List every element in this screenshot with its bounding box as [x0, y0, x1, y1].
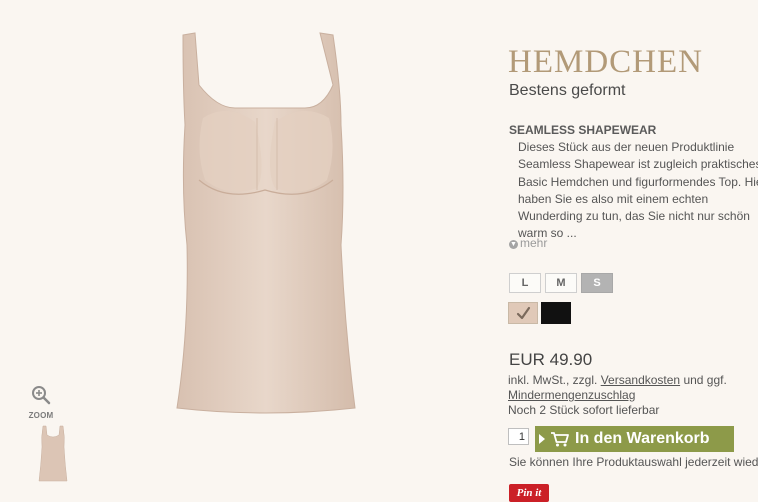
size-option-s[interactable]: S [581, 273, 613, 293]
price-info: inkl. MwSt., zzgl. Versandkosten und ggf… [508, 373, 727, 418]
zoom-in-icon [31, 386, 51, 409]
product-image[interactable] [165, 30, 370, 415]
product-thumbnail[interactable] [38, 425, 68, 482]
description-line: warm so ... [518, 226, 577, 241]
cart-note: Sie können Ihre Produktauswahl jederzeit… [509, 455, 758, 469]
tank-top-image [176, 32, 356, 414]
color-swatch-nude[interactable] [508, 302, 538, 324]
product-description: Dieses Stück aus der neuen Produktlinie … [518, 139, 758, 243]
more-label: mehr [520, 236, 548, 250]
add-to-cart-button[interactable]: In den Warenkorb [535, 426, 734, 452]
zoom-button[interactable]: ZOOM [27, 385, 55, 420]
product-title: HEMDCHEN [508, 44, 703, 80]
cart-icon [551, 432, 569, 447]
more-link[interactable]: ▼ mehr [509, 236, 547, 250]
tax-note: inkl. MwSt., zzgl. [508, 373, 598, 387]
product-subtitle: Bestens geformt [509, 82, 626, 99]
description-line: haben Sie es also mit einem echten [518, 191, 709, 206]
arrow-right-icon [539, 434, 545, 444]
thumbnail-image [38, 425, 68, 482]
size-option-m[interactable]: M [545, 273, 577, 293]
color-selector [508, 302, 571, 324]
checkmark-icon [516, 306, 531, 320]
size-selector: L M S [509, 273, 613, 293]
minimum-quantity-surcharge-link[interactable]: Mindermengenzuschlag [508, 388, 635, 402]
shipping-costs-link[interactable]: Versandkosten [601, 373, 680, 387]
description-line: Dieses Stück aus der neuen Produktlinie [518, 140, 735, 154]
size-option-l[interactable]: L [509, 273, 541, 293]
chevron-down-icon: ▼ [509, 240, 518, 249]
add-to-cart-label: In den Warenkorb [575, 430, 710, 447]
product-price: EUR 49.90 [509, 350, 593, 369]
availability-text: Noch 2 Stück sofort lieferbar [508, 403, 660, 417]
tax-note-suffix: und ggf. [683, 373, 727, 387]
description-line: Basic Hemdchen und figurformendes Top. H… [518, 174, 758, 189]
color-swatch-black[interactable] [541, 302, 571, 324]
quantity-input[interactable] [508, 428, 529, 445]
description-line: Seamless Shapewear ist zugleich praktisc… [518, 157, 758, 172]
product-line-title: SEAMLESS SHAPEWEAR [509, 123, 657, 137]
description-line: Wunderding zu tun, das Sie nicht nur sch… [518, 209, 750, 224]
zoom-label: ZOOM [28, 411, 54, 420]
pinterest-pin-button[interactable]: Pin it [509, 484, 549, 502]
